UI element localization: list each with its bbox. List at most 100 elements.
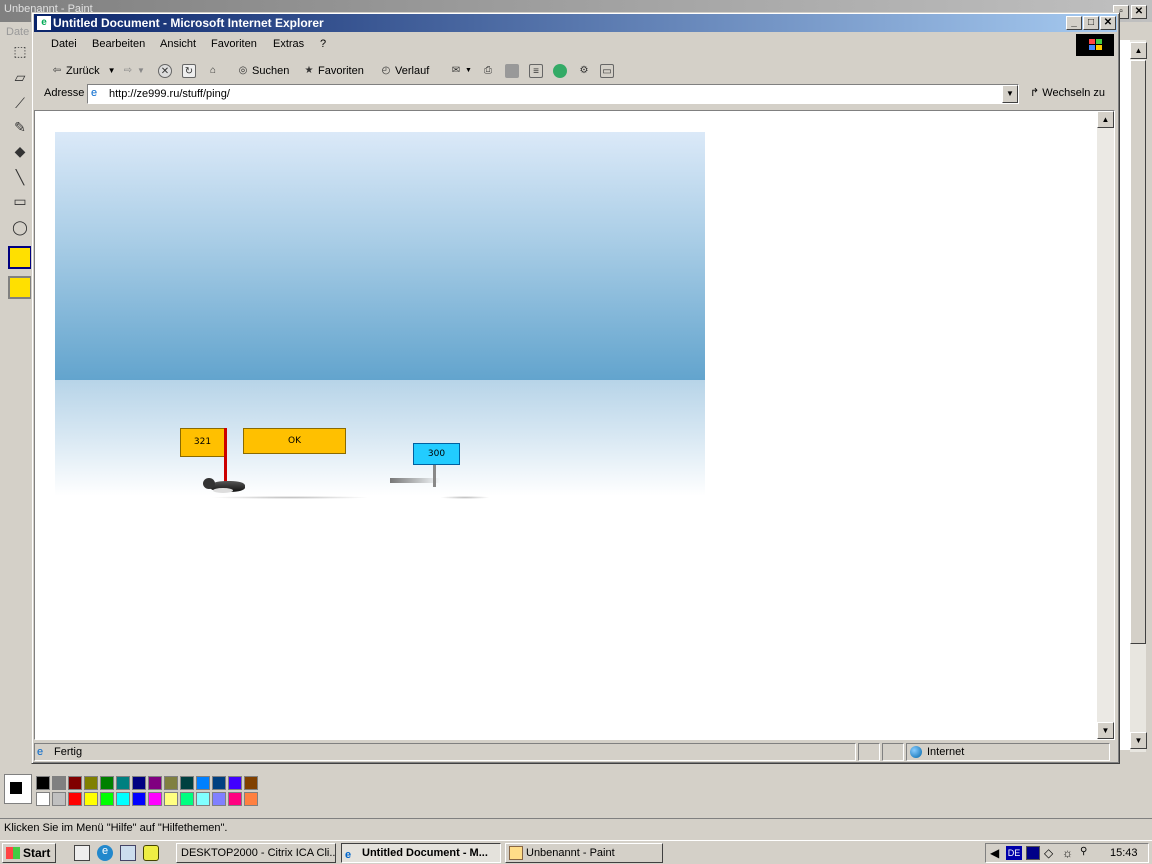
tray-citrix-icon[interactable]: ⚲ xyxy=(1080,846,1087,857)
print-button[interactable]: ⎙ xyxy=(481,62,495,80)
forward-button[interactable]: ⇨ ▼ xyxy=(121,62,145,80)
home-icon: ⌂ xyxy=(209,65,217,76)
palette-swatch[interactable] xyxy=(52,792,66,806)
palette-swatch[interactable] xyxy=(132,776,146,790)
paint-scroll-down[interactable]: ▼ xyxy=(1130,732,1147,749)
paint-scroll-up[interactable]: ▲ xyxy=(1130,42,1147,59)
discuss-button[interactable]: ≡ xyxy=(529,62,543,80)
picker-tool-icon[interactable]: ⟋ xyxy=(8,92,32,115)
favorites-button[interactable]: ★ Favoriten xyxy=(302,62,364,80)
palette-swatch[interactable] xyxy=(52,776,66,790)
palette-swatch[interactable] xyxy=(196,792,210,806)
back-button[interactable]: ⇦ Zurück ▼ xyxy=(50,62,116,80)
tool-button[interactable]: ⚙ xyxy=(577,62,591,80)
menu-favoriten[interactable]: Favoriten xyxy=(211,38,257,50)
menu-ansicht[interactable]: Ansicht xyxy=(160,38,196,50)
palette-swatch[interactable] xyxy=(164,776,178,790)
go-button[interactable]: ↱ Wechseln zu xyxy=(1030,86,1105,99)
pencil-tool-icon[interactable]: ✎ xyxy=(8,116,32,139)
palette-swatch[interactable] xyxy=(244,792,258,806)
tray-tag-icon[interactable]: ◇ xyxy=(1044,846,1053,860)
palette-swatch[interactable] xyxy=(116,792,130,806)
menu-bearbeiten[interactable]: Bearbeiten xyxy=(92,38,145,50)
palette-swatch[interactable] xyxy=(68,792,82,806)
palette-swatch[interactable] xyxy=(244,776,258,790)
mail-button[interactable]: ✉ ▼ xyxy=(449,62,472,80)
palette-swatch[interactable] xyxy=(116,776,130,790)
language-indicator[interactable]: DE xyxy=(1006,846,1022,860)
palette-swatch[interactable] xyxy=(68,776,82,790)
palette-swatch[interactable] xyxy=(212,792,226,806)
menu-help[interactable]: ? xyxy=(320,38,326,50)
paint-menu-file[interactable]: Date xyxy=(6,26,29,38)
page-icon: e xyxy=(91,87,98,99)
palette-swatch[interactable] xyxy=(196,776,210,790)
palette-swatch[interactable] xyxy=(84,776,98,790)
discuss-icon: ≡ xyxy=(529,64,543,78)
back-arrow-icon: ⇦ xyxy=(52,65,62,76)
ok-sign[interactable]: OK xyxy=(243,428,346,454)
slide-track xyxy=(210,496,370,499)
menu-extras[interactable]: Extras xyxy=(273,38,304,50)
maximize-button[interactable]: □ xyxy=(1083,16,1099,30)
history-button[interactable]: ◴ Verlauf xyxy=(379,62,430,80)
fill-tool-icon[interactable]: ◆ xyxy=(8,140,32,163)
address-value[interactable]: http://ze999.ru/stuff/ping/ xyxy=(109,88,230,100)
tray-monitor-icon[interactable] xyxy=(1026,846,1040,860)
messenger-button[interactable] xyxy=(553,62,567,80)
palette-swatch[interactable] xyxy=(36,776,50,790)
scroll-down-button[interactable]: ▼ xyxy=(1097,722,1114,739)
ie-launch-icon[interactable]: e xyxy=(97,845,113,861)
close-button[interactable]: ✕ xyxy=(1100,16,1116,30)
palette-swatch[interactable] xyxy=(228,776,242,790)
palette-swatch[interactable] xyxy=(148,776,162,790)
edit-button[interactable] xyxy=(505,62,519,80)
palette-swatch[interactable] xyxy=(164,792,178,806)
start-button[interactable]: Start xyxy=(2,843,56,863)
tray-network-icon[interactable]: ☼ xyxy=(1062,846,1073,860)
refresh-button[interactable]: ↻ xyxy=(182,62,196,80)
palette-swatch[interactable] xyxy=(148,792,162,806)
extra-button[interactable]: ▭ xyxy=(600,62,614,80)
back-dropdown-icon[interactable]: ▼ xyxy=(108,63,116,79)
eraser-tool-icon[interactable]: ▱ xyxy=(8,66,32,89)
select-tool-icon[interactable]: ⬚ xyxy=(8,40,32,63)
explorer-launch-icon[interactable] xyxy=(120,845,136,861)
task-citrix[interactable]: DESKTOP2000 - Citrix ICA Cli... xyxy=(176,843,336,863)
task-ie[interactable]: e Untitled Document - M... xyxy=(341,843,501,863)
palette-swatch[interactable] xyxy=(228,792,242,806)
palette-swatch[interactable] xyxy=(212,776,226,790)
palette-swatch[interactable] xyxy=(132,792,146,806)
stop-button[interactable]: ✕ xyxy=(158,62,172,80)
minimize-button[interactable]: _ xyxy=(1066,16,1082,30)
palette-swatch[interactable] xyxy=(100,776,114,790)
search-button[interactable]: ◎ Suchen xyxy=(236,62,290,80)
forward-arrow-icon: ⇨ xyxy=(123,65,133,76)
palette-swatch[interactable] xyxy=(84,792,98,806)
palette-swatch[interactable] xyxy=(180,792,194,806)
volume-icon[interactable]: ◀ xyxy=(990,846,999,860)
paint-close-button[interactable]: ✕ xyxy=(1131,5,1147,19)
option-transparent-icon[interactable] xyxy=(8,276,32,299)
show-desktop-icon[interactable] xyxy=(74,845,90,861)
line-tool-icon[interactable]: ╲ xyxy=(8,166,32,189)
menu-datei[interactable]: Datei xyxy=(51,38,77,50)
palette-swatch[interactable] xyxy=(36,792,50,806)
palette-swatch[interactable] xyxy=(180,776,194,790)
clock-launch-icon[interactable] xyxy=(143,845,159,861)
address-field[interactable]: e http://ze999.ru/stuff/ping/ ▼ xyxy=(87,84,1019,104)
paint-scrollbar[interactable]: ▲ ▼ xyxy=(1130,40,1147,752)
home-button[interactable]: ⌂ xyxy=(206,62,220,80)
task-paint[interactable]: Unbenannt - Paint xyxy=(505,843,663,863)
scroll-up-button[interactable]: ▲ xyxy=(1097,111,1114,128)
go-arrow-icon: ↱ xyxy=(1030,87,1040,99)
rectangle-tool-icon[interactable]: ▭ xyxy=(8,190,32,213)
palette-swatch[interactable] xyxy=(100,792,114,806)
address-dropdown-button[interactable]: ▼ xyxy=(1002,85,1018,103)
score-sign: 321 xyxy=(180,428,225,457)
option-opaque-icon[interactable] xyxy=(8,246,32,269)
paint-scroll-thumb[interactable] xyxy=(1130,60,1146,644)
forward-dropdown-icon[interactable]: ▼ xyxy=(137,63,145,79)
ellipse-tool-icon[interactable]: ◯ xyxy=(8,216,32,239)
content-scrollbar[interactable]: ▲ ▼ xyxy=(1097,111,1114,739)
